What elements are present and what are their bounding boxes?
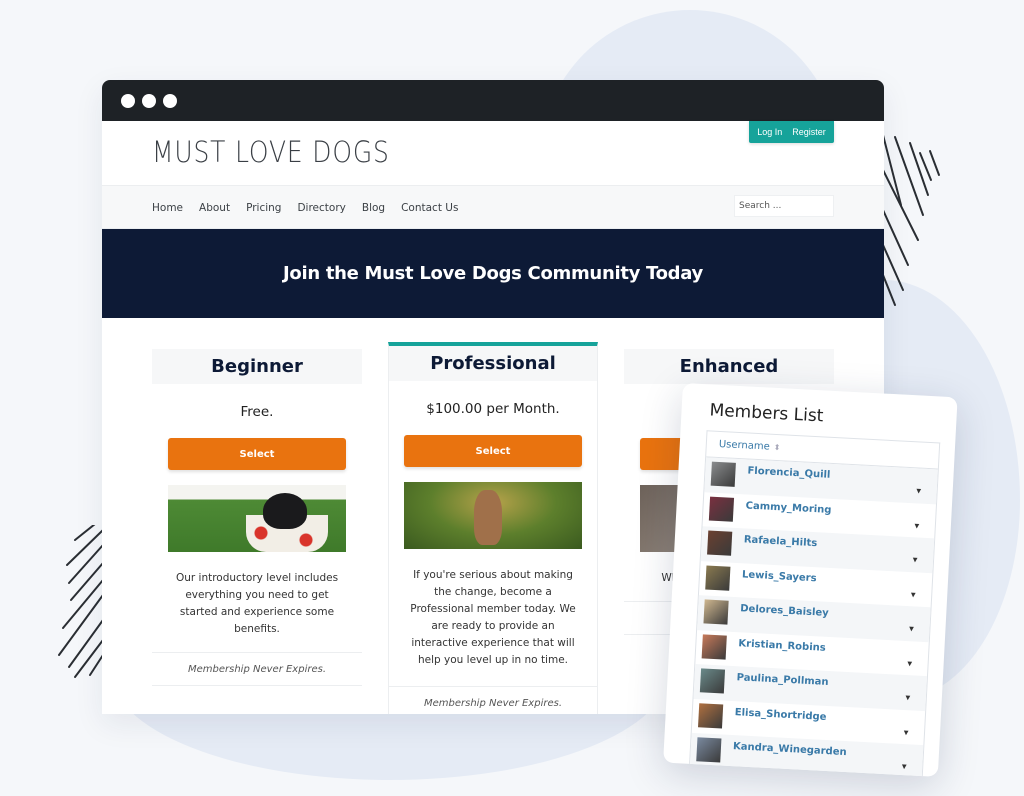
avatar xyxy=(696,737,722,763)
member-username[interactable]: Lewis_Sayers xyxy=(742,569,817,584)
nav-about[interactable]: About xyxy=(199,202,230,214)
dog-on-path-image xyxy=(404,482,582,549)
nav-blog[interactable]: Blog xyxy=(362,202,385,214)
plan-price: Free. xyxy=(240,404,274,420)
avatar xyxy=(705,564,731,591)
window-dot-icon xyxy=(121,93,135,108)
plan-footer: Membership Never Expires. xyxy=(389,686,597,714)
login-link[interactable]: Log In xyxy=(757,127,782,137)
expand-caret-icon[interactable]: ▼ xyxy=(911,555,919,564)
avatar xyxy=(701,633,727,660)
nav-pricing[interactable]: Pricing xyxy=(246,202,281,214)
plan-price: $100.00 per Month. xyxy=(426,401,560,417)
search-input[interactable] xyxy=(734,195,834,217)
expand-caret-icon[interactable]: ▼ xyxy=(905,659,913,668)
window-dot-icon xyxy=(163,93,177,108)
avatar xyxy=(707,530,733,556)
select-plan-button[interactable]: Select xyxy=(404,435,582,467)
register-link[interactable]: Register xyxy=(792,127,826,137)
members-list-card: Members List Username ⬍ Florencia_Quill ▼… xyxy=(663,383,958,777)
nav-directory[interactable]: Directory xyxy=(297,202,345,214)
sort-icon[interactable]: ⬍ xyxy=(774,443,781,452)
site-header: MUST LOVE DOGS Log In Register xyxy=(102,121,884,186)
expand-caret-icon[interactable]: ▼ xyxy=(907,624,915,633)
plan-description: Our introductory level includes everythi… xyxy=(175,572,339,635)
members-table: Username ⬍ Florencia_Quill ▼ Cammy_Moring ▼… xyxy=(688,430,941,777)
hatch-decoration-left xyxy=(58,525,104,678)
site-logo[interactable]: MUST LOVE DOGS xyxy=(152,135,390,169)
avatar xyxy=(708,496,735,522)
puppy-in-cup-image xyxy=(168,485,346,552)
avatar xyxy=(710,461,736,487)
hatch-decoration-right xyxy=(883,135,940,306)
plan-card-professional: Professional $100.00 per Month. Select I… xyxy=(388,342,598,714)
member-username[interactable]: Kristian_Robins xyxy=(738,638,826,654)
expand-caret-icon[interactable]: ▼ xyxy=(909,590,917,599)
expand-caret-icon[interactable]: ▼ xyxy=(913,521,921,530)
column-label: Username xyxy=(718,438,771,453)
plan-description: If you're serious about making the chang… xyxy=(410,569,576,666)
plan-footer: Membership Never Expires. xyxy=(152,652,362,686)
member-username[interactable]: Paulina_Pollman xyxy=(736,672,828,688)
members-list-title: Members List xyxy=(709,400,824,427)
member-username[interactable]: Delores_Baisley xyxy=(740,603,829,619)
expand-caret-icon[interactable]: ▼ xyxy=(902,727,910,736)
main-nav: Home About Pricing Directory Blog Contac… xyxy=(102,186,884,229)
expand-caret-icon[interactable]: ▼ xyxy=(915,486,923,495)
auth-links: Log In Register xyxy=(749,121,834,143)
avatar xyxy=(703,599,729,625)
avatar xyxy=(699,668,726,694)
member-username[interactable]: Florencia_Quill xyxy=(747,466,830,481)
browser-titlebar xyxy=(102,80,884,121)
plan-title: Enhanced xyxy=(624,349,834,384)
plan-card-beginner: Beginner Free. Select Our introductory l… xyxy=(152,349,362,686)
expand-caret-icon[interactable]: ▼ xyxy=(900,762,908,771)
member-username[interactable]: Cammy_Moring xyxy=(745,500,831,515)
member-username[interactable]: Rafaela_Hilts xyxy=(744,534,818,549)
hero-banner: Join the Must Love Dogs Community Today xyxy=(102,229,884,318)
expand-caret-icon[interactable]: ▼ xyxy=(904,693,912,702)
hero-title: Join the Must Love Dogs Community Today xyxy=(283,263,703,284)
avatar xyxy=(698,702,724,729)
nav-home[interactable]: Home xyxy=(152,202,183,214)
select-plan-button[interactable]: Select xyxy=(168,438,346,470)
plan-title: Professional xyxy=(389,346,597,381)
window-dot-icon xyxy=(142,93,156,108)
member-username[interactable]: Elisa_Shortridge xyxy=(735,707,827,723)
plan-title: Beginner xyxy=(152,349,362,384)
nav-contact[interactable]: Contact Us xyxy=(401,202,458,214)
member-username[interactable]: Kandra_Winegarden xyxy=(733,741,847,758)
